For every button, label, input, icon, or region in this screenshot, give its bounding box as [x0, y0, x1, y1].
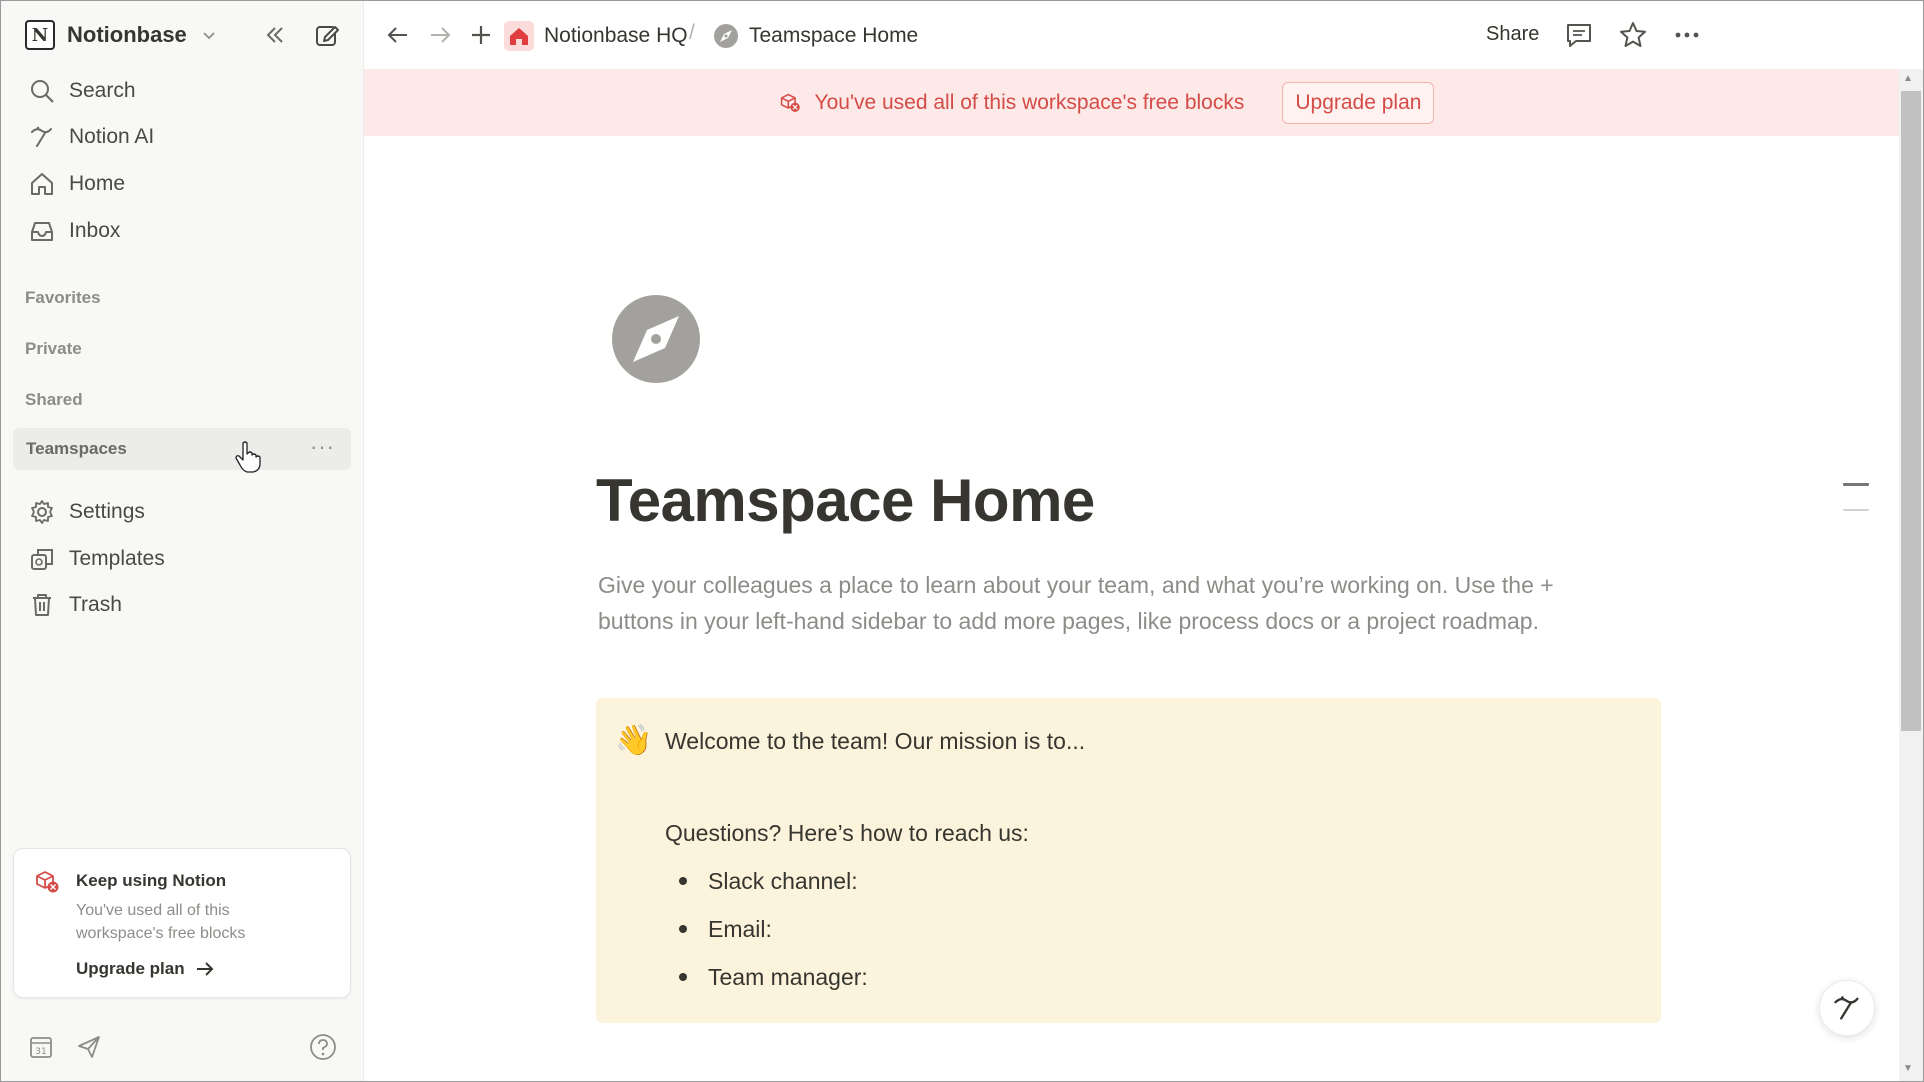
sidebar-item-trash[interactable]: Trash	[13, 585, 351, 625]
arrow-right-icon	[196, 962, 214, 976]
upgrade-plan-button[interactable]: Upgrade plan	[1282, 81, 1435, 124]
section-shared[interactable]: Shared	[25, 390, 83, 410]
comments-button[interactable]	[1563, 19, 1595, 51]
workspace-switcher[interactable]: N Notionbase	[25, 17, 217, 53]
gear-icon	[31, 500, 53, 524]
page-title[interactable]: Teamspace Home	[596, 466, 1095, 535]
sidebar-item-home[interactable]: Home	[13, 164, 351, 204]
section-teamspaces-label: Teamspaces	[26, 439, 127, 458]
breadcrumb-page-label: Teamspace Home	[749, 24, 919, 47]
list-item[interactable]: Slack channel:	[665, 866, 868, 914]
sidebar-item-label: Settings	[69, 500, 145, 523]
compass-icon[interactable]	[611, 294, 701, 384]
sidebar-item-label: Templates	[69, 547, 165, 570]
plus-icon	[472, 26, 490, 44]
upgrade-card-body: You've used all of this workspace's free…	[76, 902, 246, 942]
sidebar-item-search[interactable]: Search	[13, 71, 351, 111]
breadcrumb-separator: /	[689, 21, 695, 44]
paper-plane-icon	[78, 1036, 100, 1058]
free-blocks-banner: You've used all of this workspace's free…	[364, 69, 1899, 136]
banner-text: You've used all of this workspace's free…	[814, 90, 1245, 114]
compass-icon	[714, 24, 738, 48]
breadcrumb-page[interactable]: Teamspace Home	[713, 21, 918, 51]
more-horizontal-icon	[1675, 32, 1699, 38]
topbar: Notionbase HQ / Teamspace Home Share	[364, 1, 1923, 69]
send-button[interactable]	[73, 1031, 105, 1063]
scroll-up-arrow-icon[interactable]: ▲	[1903, 73, 1913, 84]
new-page-button[interactable]	[311, 19, 343, 51]
arrow-right-icon	[431, 27, 451, 43]
sidebar-item-inbox[interactable]: Inbox	[13, 211, 351, 251]
scroll-down-arrow-icon[interactable]: ▼	[1903, 1063, 1913, 1074]
page-description[interactable]: Give your colleagues a place to learn ab…	[598, 567, 1618, 639]
forward-button[interactable]	[424, 19, 456, 51]
contact-list: Slack channel: Email: Team manager:	[665, 866, 868, 1010]
help-icon	[310, 1034, 336, 1060]
workspace-logo: N	[25, 20, 55, 50]
search-icon	[31, 80, 54, 103]
breadcrumb-workspace-label: Notionbase HQ	[544, 24, 688, 47]
blocks-warning-icon	[36, 871, 59, 893]
collapse-sidebar-button[interactable]	[259, 19, 291, 51]
trash-icon	[33, 594, 51, 616]
callout-question[interactable]: Questions? Here’s how to reach us:	[665, 820, 1029, 847]
sidebar-item-label: Notion AI	[69, 125, 155, 148]
notion-ai-button[interactable]	[1819, 980, 1875, 1036]
workspace-name: Notionbase	[67, 22, 187, 47]
sidebar-item-templates[interactable]: Templates	[13, 539, 351, 579]
notion-ai-icon	[31, 126, 52, 147]
section-favorites[interactable]: Favorites	[25, 288, 101, 308]
calendar-icon: 31	[30, 1037, 52, 1058]
sidebar-item-label: Trash	[69, 593, 122, 616]
sidebar-item-label: Search	[69, 79, 136, 102]
upgrade-plan-link[interactable]: Upgrade plan	[76, 959, 215, 979]
section-teamspaces[interactable]: Teamspaces ···	[13, 428, 351, 470]
home-icon	[31, 173, 53, 195]
app-window: N Notionbase Search Notion AI Home Inbox…	[0, 0, 1924, 1082]
sidebar-item-settings[interactable]: Settings	[13, 492, 351, 532]
list-item[interactable]: Team manager:	[665, 962, 868, 1010]
upgrade-plan-label: Upgrade plan	[76, 959, 185, 978]
more-options-button[interactable]	[1671, 19, 1703, 51]
arrow-left-icon	[387, 27, 407, 43]
calendar-day: 31	[35, 1047, 46, 1057]
calendar-button[interactable]: 31	[25, 1031, 57, 1063]
new-tab-button[interactable]	[465, 19, 497, 51]
back-button[interactable]	[382, 19, 414, 51]
sidebar-item-label: Home	[69, 172, 126, 195]
sidebar-item-label: Inbox	[69, 219, 121, 242]
table-of-contents-icon[interactable]	[1843, 483, 1869, 513]
more-options-icon[interactable]: ···	[310, 434, 335, 460]
house-icon	[504, 21, 534, 51]
upgrade-card: Keep using Notion You've used all of thi…	[13, 848, 351, 998]
double-chevron-left-icon	[266, 27, 283, 43]
section-private[interactable]: Private	[25, 339, 82, 359]
waving-hand-icon[interactable]: 👋	[615, 723, 652, 758]
compose-icon	[316, 26, 339, 46]
favorite-button[interactable]	[1617, 19, 1649, 51]
notion-ai-icon	[1834, 996, 1859, 1020]
upgrade-card-title: Keep using Notion	[76, 871, 227, 890]
callout-title[interactable]: Welcome to the team! Our mission is to..…	[665, 728, 1085, 755]
list-item[interactable]: Email:	[665, 914, 868, 962]
chevron-down-icon	[203, 32, 215, 40]
breadcrumb-workspace[interactable]: Notionbase HQ	[504, 21, 688, 51]
templates-icon	[31, 549, 53, 570]
help-button[interactable]	[307, 1031, 339, 1063]
share-button[interactable]: Share	[1486, 23, 1539, 46]
inbox-icon	[31, 222, 53, 241]
sidebar: N Notionbase Search Notion AI Home Inbox…	[1, 1, 364, 1081]
scrollbar-thumb[interactable]	[1901, 91, 1921, 731]
sidebar-item-notion-ai[interactable]: Notion AI	[13, 117, 351, 157]
star-icon	[1620, 22, 1646, 47]
welcome-callout[interactable]: 👋 Welcome to the team! Our mission is to…	[596, 698, 1661, 1023]
blocks-warning-icon	[780, 93, 800, 112]
hand-cursor-icon	[235, 441, 261, 473]
comment-icon	[1567, 24, 1591, 47]
